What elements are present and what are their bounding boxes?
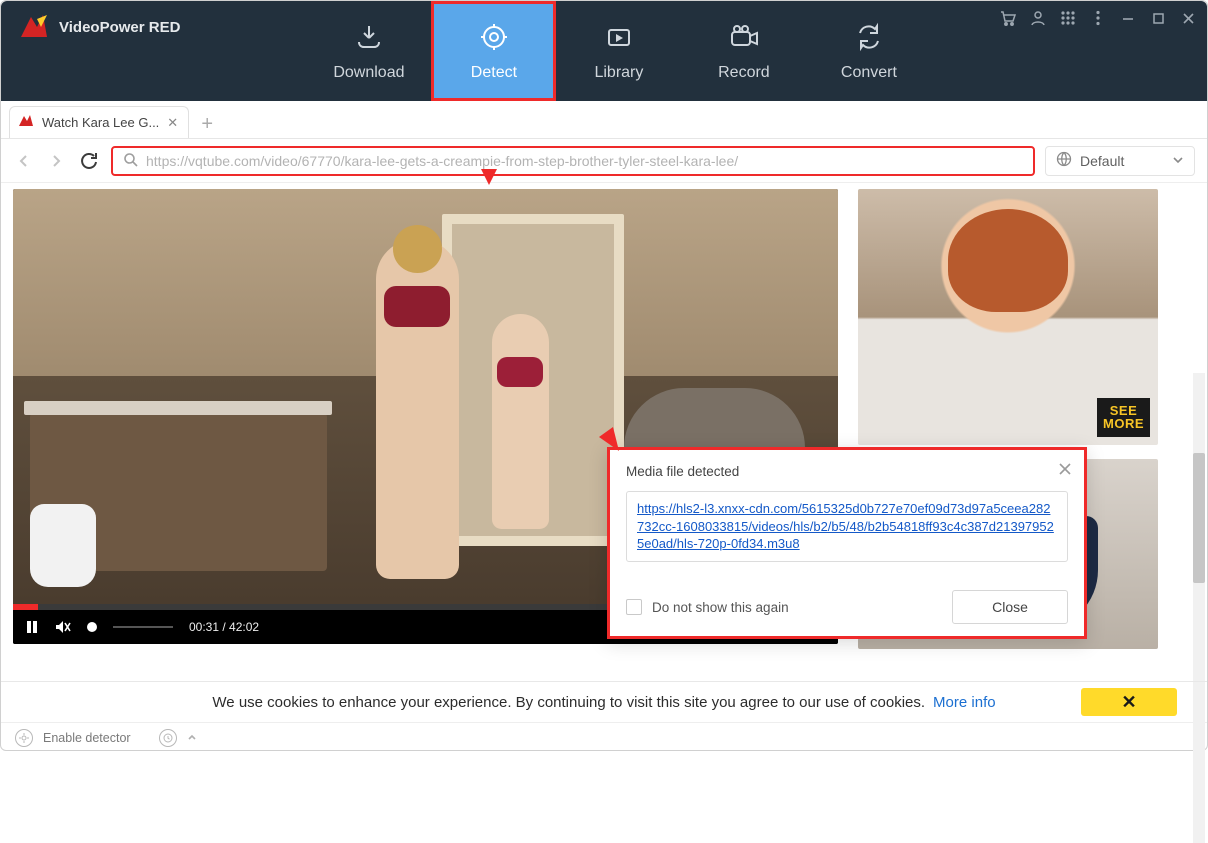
cookie-dismiss-button[interactable]: ✕	[1081, 688, 1177, 716]
region-select[interactable]: Default	[1045, 146, 1195, 176]
title-bar: VideoPower RED Download Detect Library R…	[1, 1, 1207, 101]
window-controls	[999, 9, 1197, 27]
brand: VideoPower RED	[1, 1, 196, 41]
maximize-icon[interactable]	[1149, 9, 1167, 27]
reload-button[interactable]	[77, 149, 101, 173]
nav-library[interactable]: Library	[556, 1, 681, 101]
user-icon[interactable]	[1029, 9, 1047, 27]
see-more-badge[interactable]: SEE MORE	[1097, 398, 1150, 437]
globe-icon	[1056, 151, 1072, 170]
address-bar: Default	[1, 139, 1207, 183]
region-label: Default	[1080, 153, 1124, 169]
app-logo-icon	[17, 13, 51, 41]
forward-button[interactable]	[45, 150, 67, 172]
see-more-line1: SEE	[1103, 404, 1144, 418]
detected-url-field[interactable]: https://hls2-l3.xnxx-cdn.com/5615325d0b7…	[626, 491, 1068, 562]
more-icon[interactable]	[1089, 9, 1107, 27]
detected-url-link[interactable]: https://hls2-l3.xnxx-cdn.com/5615325d0b7…	[637, 501, 1054, 551]
detect-icon	[477, 20, 511, 54]
pause-button[interactable]	[25, 620, 39, 634]
detector-toggle-icon[interactable]	[15, 729, 33, 747]
nav-download[interactable]: Download	[306, 1, 431, 101]
browser-tab[interactable]: Watch Kara Lee G... ✕	[9, 106, 189, 138]
chevron-down-icon	[1172, 153, 1184, 169]
new-tab-button[interactable]: +	[193, 110, 221, 138]
mute-button[interactable]	[55, 620, 71, 634]
nav-detect-label: Detect	[471, 64, 517, 82]
tab-strip: Watch Kara Lee G... ✕ +	[1, 101, 1207, 139]
tab-title: Watch Kara Lee G...	[42, 115, 159, 130]
thumbnail-1[interactable]: SEE MORE	[858, 189, 1158, 445]
cart-icon[interactable]	[999, 9, 1017, 27]
app-title: VideoPower RED	[59, 19, 180, 36]
back-button[interactable]	[13, 150, 35, 172]
search-icon	[123, 152, 138, 170]
close-icon[interactable]	[1179, 9, 1197, 27]
volume-handle[interactable]	[87, 622, 97, 632]
record-icon	[727, 20, 761, 54]
nav-convert[interactable]: Convert	[806, 1, 931, 101]
main-nav: Download Detect Library Record Convert	[306, 1, 931, 101]
chevron-up-icon[interactable]	[187, 731, 197, 745]
dialog-close-icon[interactable]	[1058, 462, 1072, 481]
nav-convert-label: Convert	[841, 64, 897, 82]
convert-icon	[852, 20, 886, 54]
url-input-wrapper[interactable]	[111, 146, 1035, 176]
minimize-icon[interactable]	[1119, 9, 1137, 27]
nav-detect[interactable]: Detect	[431, 1, 556, 101]
see-more-line2: MORE	[1103, 417, 1144, 431]
download-icon	[352, 20, 386, 54]
dialog-title: Media file detected	[626, 464, 1068, 479]
vertical-scrollbar[interactable]	[1193, 373, 1205, 843]
nav-record-label: Record	[718, 64, 770, 82]
url-input[interactable]	[146, 153, 1023, 169]
dialog-close-button[interactable]: Close	[952, 590, 1068, 624]
nav-record[interactable]: Record	[681, 1, 806, 101]
scrollbar-thumb[interactable]	[1193, 453, 1205, 583]
tab-close-icon[interactable]: ✕	[167, 115, 178, 131]
volume-track[interactable]	[113, 626, 173, 628]
media-detected-dialog: Media file detected https://hls2-l3.xnxx…	[607, 447, 1087, 639]
dont-show-checkbox[interactable]: Do not show this again	[626, 599, 789, 615]
tab-favicon-icon	[18, 114, 34, 131]
cookie-text: We use cookies to enhance your experienc…	[212, 694, 925, 711]
nav-library-label: Library	[594, 64, 643, 82]
video-time: 00:31 / 42:02	[189, 620, 259, 634]
nav-download-label: Download	[333, 64, 404, 82]
menu-grid-icon[interactable]	[1059, 9, 1077, 27]
library-icon	[602, 20, 636, 54]
status-bar: Enable detector	[1, 722, 1207, 752]
checkbox-box[interactable]	[626, 599, 642, 615]
checkbox-label: Do not show this again	[652, 600, 789, 615]
status-enable-label: Enable detector	[43, 731, 131, 745]
history-icon[interactable]	[159, 729, 177, 747]
cookie-more-link[interactable]: More info	[933, 694, 996, 711]
cookie-banner: We use cookies to enhance your experienc…	[1, 681, 1207, 722]
